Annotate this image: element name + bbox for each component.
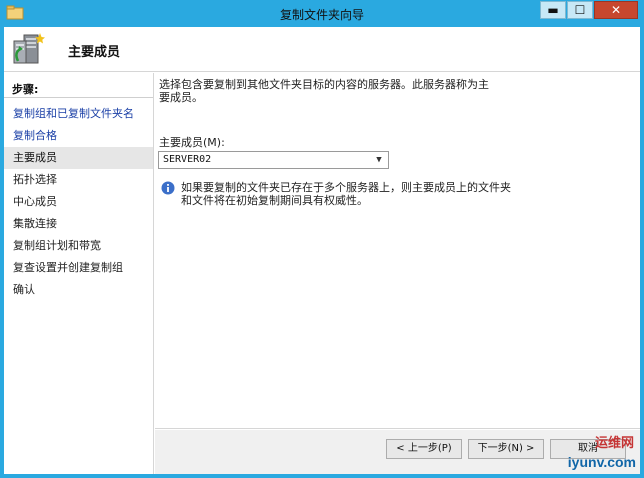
wizard-client-area: 主要成员 步骤: 复制组和已复制文件夹名 复制合格 主要成员 拓扑选择 中心成员…	[4, 27, 640, 474]
wizard-window: 复制文件夹向导 ▬ ☐ ✕ 主要成员 步骤: 复制组和已复制文件夹名 复制合格 …	[0, 0, 644, 478]
watermark-line1: 运维网	[594, 436, 634, 451]
step-schedule-bandwidth: 复制组计划和带宽	[13, 239, 101, 252]
site-watermark: 运维网 iyunv.com	[540, 432, 644, 478]
primary-member-select[interactable]: SERVER02 ▼	[158, 151, 389, 169]
info-icon	[161, 181, 175, 195]
step-topology-selection: 拓扑选择	[13, 173, 57, 186]
replication-server-icon	[13, 33, 45, 64]
chevron-down-icon[interactable]: ▼	[373, 152, 385, 168]
info-message: 如果要复制的文件夹已存在于多个服务器上，则主要成员上的文件夹和文件将在初始复制期…	[181, 181, 511, 207]
step-description: 选择包含要复制到其他文件夹目标的内容的服务器。此服务器称为主要成员。	[159, 78, 489, 104]
step-hub-spoke-connections: 集散连接	[13, 217, 57, 230]
step-confirmation: 确认	[13, 283, 35, 296]
step-review-create: 复查设置并创建复制组	[13, 261, 123, 274]
step-hub-members: 中心成员	[13, 195, 57, 208]
step-primary-member: 主要成员	[4, 147, 153, 169]
page-title: 主要成员	[68, 45, 121, 60]
primary-member-label: 主要成员(M):	[159, 136, 225, 149]
wizard-header: 主要成员	[4, 27, 640, 72]
step-replication-group-name[interactable]: 复制组和已复制文件夹名	[4, 103, 153, 125]
steps-sidebar: 步骤: 复制组和已复制文件夹名 复制合格 主要成员 拓扑选择 中心成员 集散连接…	[4, 73, 154, 474]
title-bar[interactable]: 复制文件夹向导 ▬ ☐ ✕	[0, 0, 644, 27]
step-replication-eligibility[interactable]: 复制合格	[4, 125, 153, 147]
back-button[interactable]: < 上一步(P)	[386, 439, 462, 459]
next-button[interactable]: 下一步(N) >	[468, 439, 544, 459]
window-controls: ▬ ☐ ✕	[539, 1, 638, 19]
steps-list: 复制组和已复制文件夹名 复制合格 主要成员 拓扑选择 中心成员 集散连接 复制组…	[4, 103, 153, 301]
steps-heading: 步骤:	[12, 83, 39, 96]
primary-member-value: SERVER02	[163, 154, 212, 165]
step-content: 选择包含要复制到其他文件夹目标的内容的服务器。此服务器称为主要成员。 主要成员(…	[155, 73, 640, 429]
minimize-button[interactable]: ▬	[540, 1, 566, 19]
steps-divider	[4, 97, 153, 98]
watermark-line2: iyunv.com	[567, 454, 636, 470]
close-button[interactable]: ✕	[594, 1, 638, 19]
maximize-button[interactable]: ☐	[567, 1, 593, 19]
